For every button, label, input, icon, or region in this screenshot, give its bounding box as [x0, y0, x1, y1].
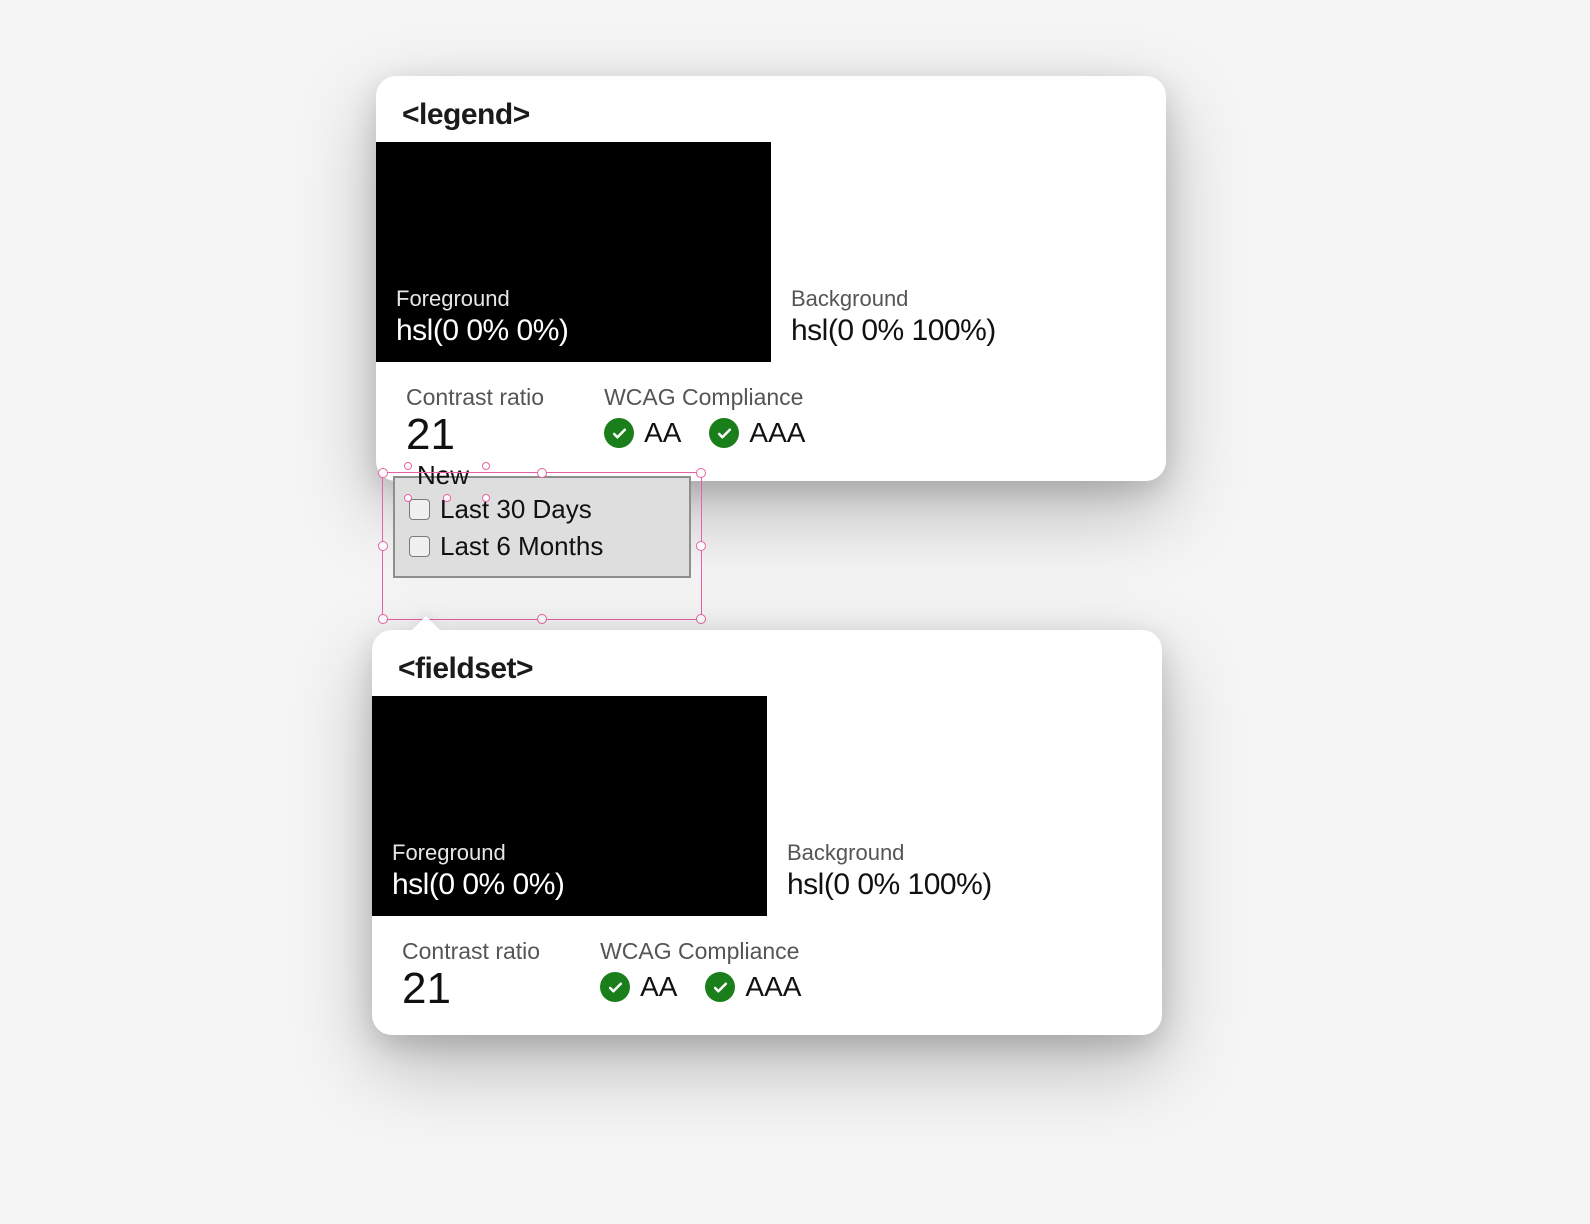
check-circle-icon [604, 418, 634, 448]
color-swatches: Foreground hsl(0 0% 0%) Background hsl(0… [398, 696, 1136, 916]
contrast-metrics: Contrast ratio 21 WCAG Compliance AA AAA [398, 938, 1136, 1011]
background-label: Background [791, 286, 1120, 312]
wcag-aaa-badge: AAA [709, 417, 805, 449]
wcag-aaa-badge: AAA [705, 971, 801, 1003]
background-value: hsl(0 0% 100%) [787, 868, 1116, 902]
foreground-value: hsl(0 0% 0%) [392, 868, 747, 902]
wcag-aa-text: AA [640, 971, 677, 1003]
wcag-compliance: WCAG Compliance AA AAA [604, 384, 805, 449]
foreground-value: hsl(0 0% 0%) [396, 314, 751, 348]
contrast-ratio-value: 21 [406, 413, 544, 457]
contrast-tooltip-fieldset: <fieldset> Foreground hsl(0 0% 0%) Backg… [372, 630, 1162, 1035]
resize-handle-icon[interactable] [696, 614, 706, 624]
check-circle-icon [709, 418, 739, 448]
check-circle-icon [600, 972, 630, 1002]
wcag-aaa-text: AAA [745, 971, 801, 1003]
element-tag-name: <fieldset> [398, 652, 1136, 686]
resize-handle-icon[interactable] [696, 541, 706, 551]
contrast-ratio: Contrast ratio 21 [402, 938, 540, 1011]
contrast-ratio: Contrast ratio 21 [406, 384, 544, 457]
option-label: Last 6 Months [440, 531, 603, 562]
background-value: hsl(0 0% 100%) [791, 314, 1120, 348]
inspected-fieldset[interactable]: New Last 30 Days Last 6 Months [393, 476, 691, 578]
contrast-ratio-label: Contrast ratio [406, 384, 544, 411]
background-swatch: Background hsl(0 0% 100%) [771, 142, 1140, 362]
option-row[interactable]: Last 6 Months [409, 531, 675, 562]
checkbox[interactable] [409, 536, 430, 557]
resize-handle-icon[interactable] [378, 541, 388, 551]
wcag-compliance: WCAG Compliance AA AAA [600, 938, 801, 1003]
fieldset-legend[interactable]: New [413, 460, 473, 491]
wcag-aa-badge: AA [604, 417, 681, 449]
wcag-aa-badge: AA [600, 971, 677, 1003]
contrast-ratio-value: 21 [402, 967, 540, 1011]
resize-handle-icon[interactable] [537, 614, 547, 624]
foreground-swatch: Foreground hsl(0 0% 0%) [372, 696, 767, 916]
foreground-label: Foreground [392, 840, 747, 866]
tooltip-arrow-icon [412, 616, 440, 630]
contrast-tooltip-legend: <legend> Foreground hsl(0 0% 0%) Backgro… [376, 76, 1166, 481]
contrast-ratio-label: Contrast ratio [402, 938, 540, 965]
check-circle-icon [705, 972, 735, 1002]
element-tag-name: <legend> [402, 98, 1140, 132]
foreground-swatch: Foreground hsl(0 0% 0%) [376, 142, 771, 362]
color-swatches: Foreground hsl(0 0% 0%) Background hsl(0… [402, 142, 1140, 362]
background-swatch: Background hsl(0 0% 100%) [767, 696, 1136, 916]
option-label: Last 30 Days [440, 494, 592, 525]
wcag-aaa-text: AAA [749, 417, 805, 449]
foreground-label: Foreground [396, 286, 751, 312]
resize-handle-icon[interactable] [378, 614, 388, 624]
contrast-metrics: Contrast ratio 21 WCAG Compliance AA AAA [402, 384, 1140, 457]
option-row[interactable]: Last 30 Days [409, 494, 675, 525]
wcag-label: WCAG Compliance [600, 938, 801, 965]
background-label: Background [787, 840, 1116, 866]
wcag-aa-text: AA [644, 417, 681, 449]
wcag-label: WCAG Compliance [604, 384, 805, 411]
checkbox[interactable] [409, 499, 430, 520]
